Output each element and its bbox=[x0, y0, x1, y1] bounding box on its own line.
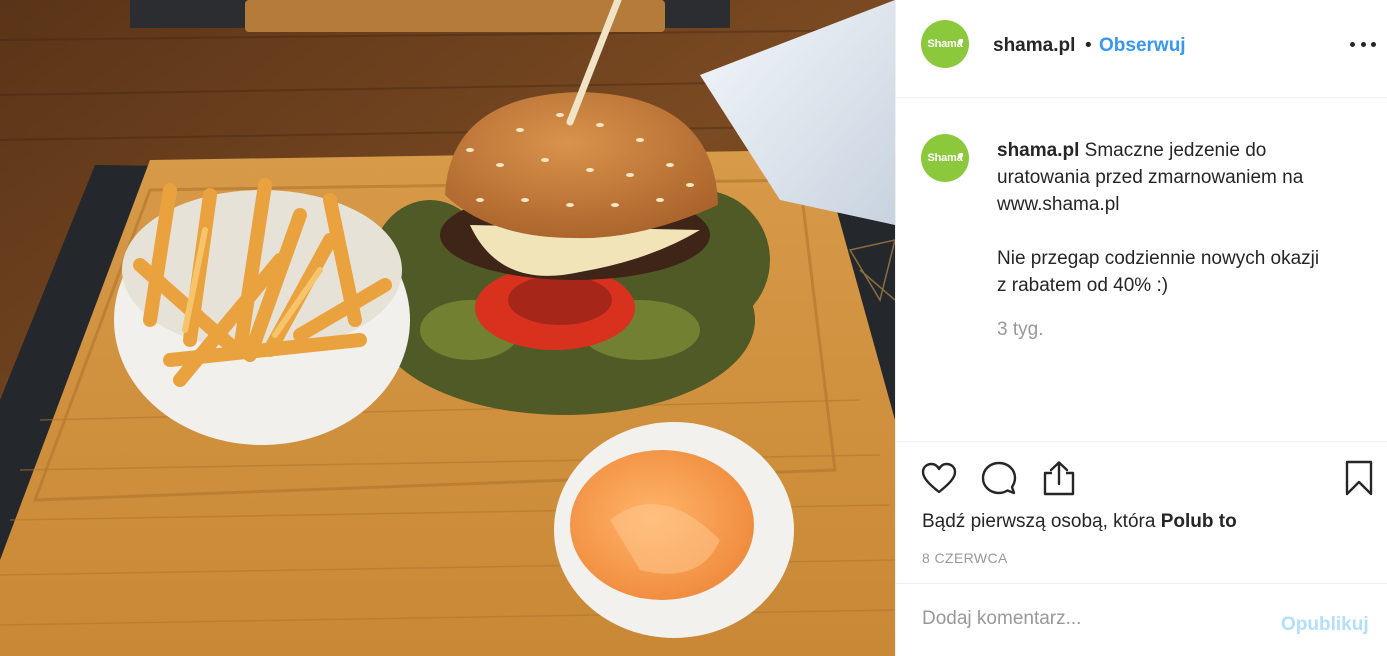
leaf-icon bbox=[958, 39, 963, 44]
follow-button[interactable]: Obserwuj bbox=[1099, 35, 1186, 57]
caption-timestamp[interactable]: 3 tyg. bbox=[997, 319, 1043, 341]
actions-section: Bądź pierwszą osobą, która Polub to 8 CZ… bbox=[896, 441, 1387, 583]
more-dot bbox=[1371, 41, 1376, 47]
caption-line-2: uratowania przed zmarnowaniem na bbox=[997, 167, 1304, 188]
burger-photo-image bbox=[0, 0, 895, 656]
likes-text: Bądź pierwszą osobą, która Polub to bbox=[922, 511, 1237, 533]
more-options-icon[interactable] bbox=[1350, 36, 1376, 52]
comment-icon[interactable] bbox=[979, 458, 1019, 498]
caption-section: Shama shama.pl Smaczne jedzenie do urato… bbox=[896, 98, 1387, 441]
heart-icon[interactable] bbox=[919, 458, 959, 498]
post-date[interactable]: 8 CZERWCA bbox=[922, 550, 1008, 566]
avatar[interactable]: Shama bbox=[921, 20, 969, 68]
likes-prefix: Bądź pierwszą osobą, która bbox=[922, 511, 1156, 532]
comment-bar: Opublikuj bbox=[896, 583, 1387, 656]
caption-avatar[interactable]: Shama bbox=[921, 134, 969, 182]
post-details-panel: Shama shama.pl • Obserwuj Shama shama.pl… bbox=[895, 0, 1387, 656]
bookmark-icon[interactable] bbox=[1339, 458, 1379, 498]
post-photo[interactable] bbox=[0, 0, 895, 656]
more-dot bbox=[1350, 41, 1355, 47]
caption-line-1: Smaczne jedzenie do bbox=[1084, 140, 1267, 161]
more-dot bbox=[1360, 41, 1366, 47]
comment-input[interactable] bbox=[922, 604, 1262, 634]
caption-line-3: www.shama.pl bbox=[997, 194, 1120, 215]
share-icon[interactable] bbox=[1039, 458, 1079, 498]
publish-button[interactable]: Opublikuj bbox=[1281, 614, 1369, 636]
header-username[interactable]: shama.pl bbox=[993, 35, 1075, 57]
header-separator: • bbox=[1085, 35, 1092, 56]
like-link[interactable]: Polub to bbox=[1161, 511, 1237, 532]
leaf-icon bbox=[958, 153, 963, 158]
caption-line-4: Nie przegap codziennie nowych okazji bbox=[997, 248, 1320, 269]
caption-username[interactable]: shama.pl bbox=[997, 140, 1079, 161]
caption-line: shama.pl Smaczne jedzenie do bbox=[997, 137, 1367, 164]
post-header: Shama shama.pl • Obserwuj bbox=[896, 0, 1387, 98]
caption-line-5: z rabatem od 40% :) bbox=[997, 275, 1169, 296]
caption-text: shama.pl Smaczne jedzenie do uratowania … bbox=[997, 137, 1367, 299]
